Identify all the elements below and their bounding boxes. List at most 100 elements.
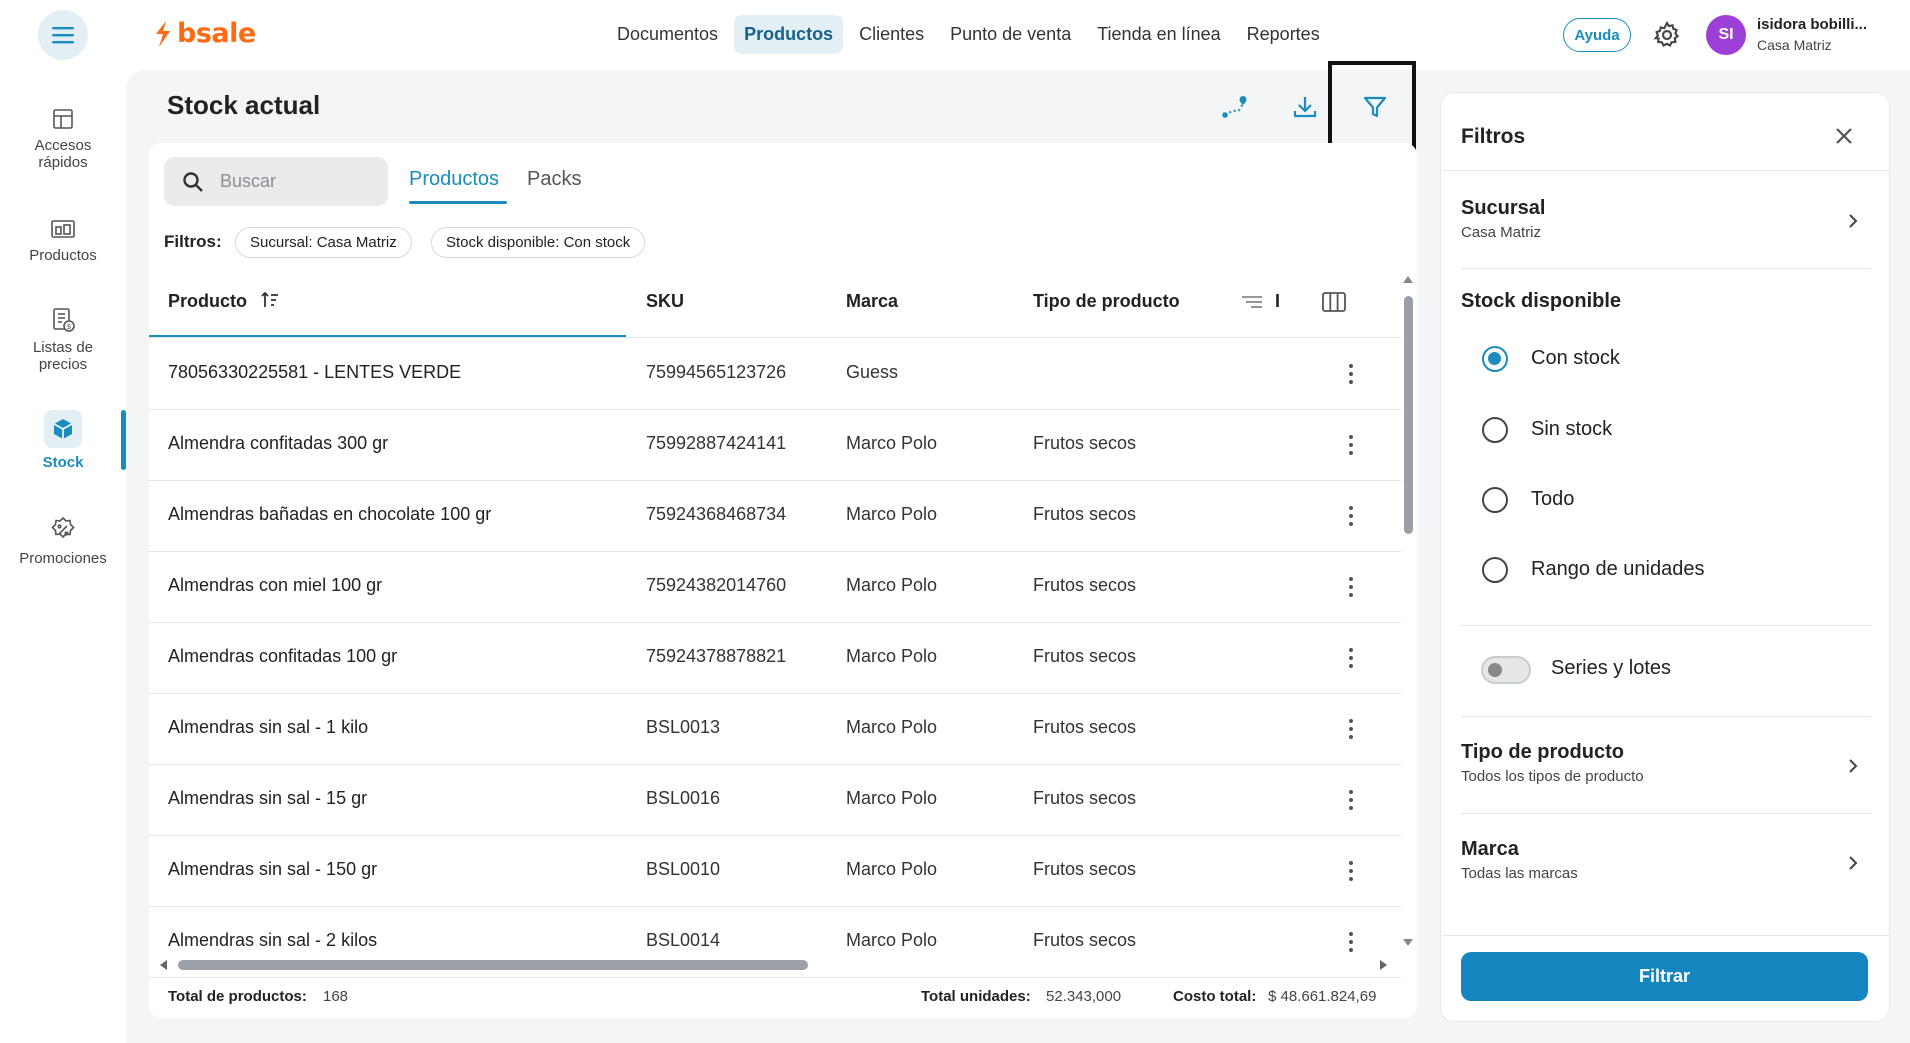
row-actions-kebab-icon[interactable] bbox=[1336, 641, 1366, 675]
sidebar-item-accesos-rapidos[interactable]: Accesos rápidos bbox=[0, 107, 126, 171]
filter-chip-sucursal[interactable]: Sucursal: Casa Matriz bbox=[235, 227, 412, 258]
nav-productos[interactable]: Productos bbox=[734, 15, 844, 54]
sidebar-label: rápidos bbox=[38, 154, 88, 171]
radio-label-rango-de-unidades[interactable]: Rango de unidades bbox=[1531, 558, 1704, 581]
sucursal-value: Casa Matriz bbox=[1461, 224, 1542, 241]
vertical-scroll-thumb[interactable] bbox=[1404, 296, 1413, 534]
row-actions-kebab-icon[interactable] bbox=[1336, 712, 1366, 746]
kebab-dot bbox=[1349, 869, 1353, 873]
table-row[interactable]: Almendras sin sal - 1 kilo BSL0013 Marco P… bbox=[149, 694, 1401, 765]
sidebar-label: Promociones bbox=[19, 550, 107, 567]
row-actions-kebab-icon[interactable] bbox=[1336, 783, 1366, 817]
tab-packs[interactable]: Packs bbox=[527, 168, 581, 191]
layout-icon bbox=[53, 109, 73, 129]
radio-label-sin-stock[interactable]: Sin stock bbox=[1531, 418, 1612, 441]
column-header-tipo[interactable]: Tipo de producto bbox=[1033, 291, 1180, 312]
sidebar-label: Accesos bbox=[34, 137, 92, 154]
radio-con-stock[interactable] bbox=[1482, 346, 1508, 372]
nav-documentos[interactable]: Documentos bbox=[607, 15, 728, 54]
nav-punto-de-venta[interactable]: Punto de venta bbox=[940, 15, 1081, 54]
search-input[interactable] bbox=[220, 171, 370, 192]
header-divider bbox=[149, 337, 1401, 338]
close-icon bbox=[1836, 128, 1852, 144]
nav-clientes[interactable]: Clientes bbox=[849, 15, 934, 54]
sidebar-label: precios bbox=[38, 356, 88, 373]
products-icon bbox=[51, 220, 75, 238]
radio-sin-stock[interactable] bbox=[1482, 417, 1508, 443]
radio-rango-de-unidades[interactable] bbox=[1482, 557, 1508, 583]
download-button[interactable] bbox=[1287, 89, 1323, 125]
scroll-up-arrow-icon bbox=[1403, 276, 1413, 283]
cell-marca: Marco Polo bbox=[846, 433, 938, 453]
settings-button[interactable] bbox=[1652, 20, 1682, 50]
radio-label-todo[interactable]: Todo bbox=[1531, 488, 1574, 511]
table-row[interactable]: Almendras con miel 100 gr 75924382014760 M… bbox=[149, 552, 1401, 623]
kebab-dot bbox=[1349, 522, 1353, 526]
main-nav: Documentos Productos Clientes Punto de v… bbox=[607, 15, 1330, 54]
horizontal-scroll-thumb[interactable] bbox=[178, 960, 808, 970]
chevron-right-icon bbox=[1849, 759, 1858, 773]
cell-tipo: Frutos secos bbox=[1033, 788, 1137, 808]
column-label: Producto bbox=[168, 291, 247, 311]
table-row[interactable]: 78056330225581 - LENTES VERDE 75994565123… bbox=[149, 339, 1401, 410]
row-actions-kebab-icon[interactable] bbox=[1336, 925, 1366, 959]
table-row[interactable]: Almendra confitadas 300 gr 75992887424141… bbox=[149, 410, 1401, 481]
sidebar-label: Productos bbox=[29, 247, 97, 264]
cell-marca: Marco Polo bbox=[846, 859, 938, 879]
row-actions-kebab-icon[interactable] bbox=[1336, 357, 1366, 391]
price-list-icon: $ bbox=[53, 308, 75, 332]
search-box[interactable] bbox=[164, 157, 388, 206]
radio-todo[interactable] bbox=[1482, 487, 1508, 513]
row-actions-kebab-icon[interactable] bbox=[1336, 854, 1366, 888]
column-header-marca[interactable]: Marca bbox=[846, 291, 898, 312]
column-header-producto[interactable]: Producto bbox=[168, 291, 280, 312]
kebab-dot bbox=[1349, 506, 1353, 510]
nav-reportes[interactable]: Reportes bbox=[1237, 15, 1330, 54]
row-actions-kebab-icon[interactable] bbox=[1336, 499, 1366, 533]
route-button[interactable] bbox=[1217, 89, 1253, 125]
user-avatar[interactable]: SI bbox=[1706, 15, 1746, 55]
active-indicator bbox=[121, 410, 126, 470]
close-filters-button[interactable] bbox=[1830, 122, 1858, 150]
filtrar-button[interactable]: Filtrar bbox=[1461, 952, 1868, 1001]
sidebar-item-promociones[interactable]: Promociones bbox=[0, 516, 126, 567]
top-bar: bsale Documentos Productos Clientes Punt… bbox=[0, 0, 1910, 70]
column-menu-button[interactable] bbox=[1240, 292, 1264, 317]
column-header-sku[interactable]: SKU bbox=[646, 291, 684, 312]
series-lotes-toggle[interactable] bbox=[1481, 656, 1531, 684]
hamburger-menu-button[interactable] bbox=[38, 10, 88, 60]
sidebar-item-productos[interactable]: Productos bbox=[0, 217, 126, 264]
tab-productos[interactable]: Productos bbox=[409, 168, 499, 191]
cell-producto: Almendras sin sal - 2 kilos bbox=[168, 930, 378, 950]
user-name[interactable]: isidora bobilli... bbox=[1757, 16, 1867, 33]
sidebar-item-listas-de-precios[interactable]: $ Listas de precios bbox=[0, 307, 126, 373]
chevron-right-icon bbox=[1849, 214, 1858, 228]
table-row[interactable]: Almendras sin sal - 150 gr BSL0010 Marco P… bbox=[149, 836, 1401, 907]
cell-tipo: Frutos secos bbox=[1033, 504, 1137, 524]
filter-chip-stock[interactable]: Stock disponible: Con stock bbox=[431, 227, 646, 258]
filters-panel-title: Filtros bbox=[1461, 125, 1526, 148]
bsale-logo[interactable]: bsale bbox=[153, 18, 256, 49]
search-icon bbox=[183, 171, 203, 192]
brand-name: bsale bbox=[177, 18, 256, 49]
sidebar-label: Stock bbox=[42, 454, 84, 471]
series-lotes-label[interactable]: Series y lotes bbox=[1551, 657, 1671, 680]
columns-settings-button[interactable] bbox=[1321, 290, 1347, 319]
radio-label-con-stock[interactable]: Con stock bbox=[1531, 347, 1620, 370]
kebab-dot bbox=[1349, 443, 1353, 447]
row-actions-kebab-icon[interactable] bbox=[1336, 570, 1366, 604]
scroll-right-arrow-icon[interactable] bbox=[1380, 960, 1388, 970]
cell-sku: BSL0010 bbox=[646, 859, 721, 879]
help-button[interactable]: Ayuda bbox=[1563, 18, 1631, 52]
sidebar-item-stock[interactable]: Stock bbox=[0, 410, 126, 471]
cell-marca: Marco Polo bbox=[846, 575, 938, 595]
scroll-left-arrow-icon[interactable] bbox=[159, 960, 167, 970]
sort-lines-icon bbox=[1242, 296, 1262, 308]
nav-tienda-en-linea[interactable]: Tienda en línea bbox=[1087, 15, 1230, 54]
tipo-producto-title: Tipo de producto bbox=[1461, 741, 1624, 763]
table-row[interactable]: Almendras sin sal - 15 gr BSL0016 Marco Po… bbox=[149, 765, 1401, 836]
row-actions-kebab-icon[interactable] bbox=[1336, 428, 1366, 462]
table-row[interactable]: Almendras confitadas 100 gr 7592437887882… bbox=[149, 623, 1401, 694]
table-row[interactable]: Almendras bañadas en chocolate 100 gr 759… bbox=[149, 481, 1401, 552]
kebab-dot bbox=[1349, 577, 1353, 581]
